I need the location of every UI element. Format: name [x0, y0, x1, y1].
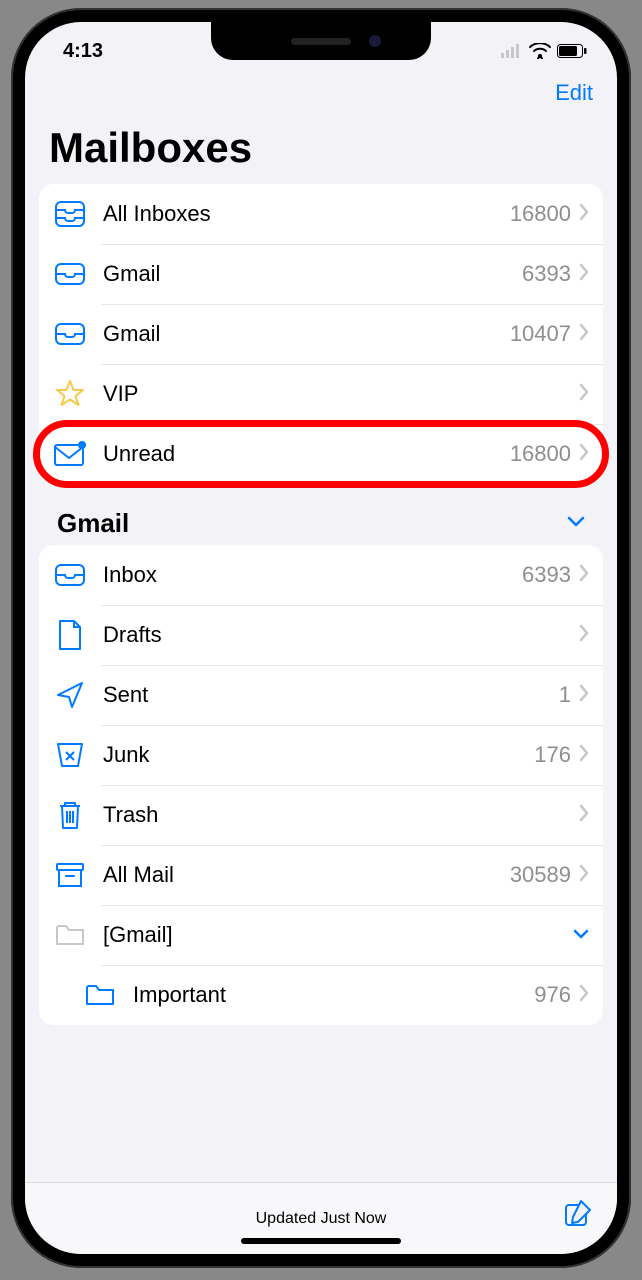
row-label: All Inboxes [103, 201, 510, 227]
inbox-icon [53, 558, 87, 592]
archive-icon [53, 858, 87, 892]
folder-row[interactable]: [Gmail] [39, 905, 603, 965]
nav-bar: Edit [25, 70, 617, 106]
inbox-icon [53, 317, 87, 351]
row-count: 976 [534, 982, 571, 1008]
row-count: 176 [534, 742, 571, 768]
folder-row[interactable]: Sent1 [39, 665, 603, 725]
account-header[interactable]: Gmail [39, 508, 603, 545]
sent-icon [53, 678, 87, 712]
row-label: [Gmail] [103, 922, 573, 948]
row-count: 30589 [510, 862, 571, 888]
status-icons [501, 43, 587, 59]
row-count: 16800 [510, 201, 571, 227]
row-label: All Mail [103, 862, 510, 888]
folder-row[interactable]: All Mail30589 [39, 845, 603, 905]
chevron-right-icon [579, 744, 589, 767]
account-name: Gmail [57, 508, 129, 539]
chevron-right-icon [579, 684, 589, 707]
mailbox-row[interactable]: Unread16800 [39, 424, 603, 484]
folder-row[interactable]: Trash [39, 785, 603, 845]
screen: 4:13 Edit Mailboxes All Inboxes16800Gmai… [25, 22, 617, 1254]
chevron-right-icon [579, 804, 589, 827]
notch [211, 22, 431, 60]
row-label: Inbox [103, 562, 522, 588]
row-label: Junk [103, 742, 534, 768]
folder-row[interactable]: Junk176 [39, 725, 603, 785]
row-label: VIP [103, 381, 579, 407]
chevron-right-icon [579, 984, 589, 1007]
drafts-icon [53, 618, 87, 652]
mailbox-row[interactable]: Gmail6393 [39, 244, 603, 304]
row-label: Sent [103, 682, 559, 708]
battery-icon [557, 44, 587, 58]
edit-button[interactable]: Edit [555, 80, 593, 106]
trash-icon [53, 798, 87, 832]
row-count: 16800 [510, 441, 571, 467]
mailbox-row[interactable]: All Inboxes16800 [39, 184, 603, 244]
row-label: Gmail [103, 321, 510, 347]
cellular-icon [501, 44, 523, 58]
sync-status: Updated Just Now [256, 1210, 387, 1228]
row-count: 1 [559, 682, 571, 708]
chevron-right-icon [579, 323, 589, 346]
status-time: 4:13 [63, 40, 103, 63]
inbox-icon [53, 257, 87, 291]
junk-icon [53, 738, 87, 772]
page-title: Mailboxes [25, 106, 617, 184]
star-icon [53, 377, 87, 411]
all-inboxes-icon [53, 197, 87, 231]
row-count: 6393 [522, 562, 571, 588]
chevron-down-icon [573, 926, 589, 944]
row-label: Trash [103, 802, 579, 828]
chevron-right-icon [579, 564, 589, 587]
wifi-icon [529, 43, 551, 59]
row-label: Drafts [103, 622, 579, 648]
folder-gray-icon [53, 918, 87, 952]
chevron-right-icon [579, 864, 589, 887]
content-scroll[interactable]: All Inboxes16800Gmail6393Gmail10407VIPUn… [25, 184, 617, 1182]
account-folder-list: Inbox6393DraftsSent1Junk176TrashAll Mail… [39, 545, 603, 1025]
mailbox-row[interactable]: VIP [39, 364, 603, 424]
folder-row[interactable]: Drafts [39, 605, 603, 665]
folder-row[interactable]: Inbox6393 [39, 545, 603, 605]
chevron-right-icon [579, 203, 589, 226]
folder-icon [83, 978, 117, 1012]
chevron-right-icon [579, 624, 589, 647]
home-indicator[interactable] [241, 1238, 401, 1244]
folder-row[interactable]: Important976 [39, 965, 603, 1025]
mailbox-list: All Inboxes16800Gmail6393Gmail10407VIPUn… [39, 184, 603, 484]
compose-icon [563, 1198, 593, 1228]
row-count: 6393 [522, 261, 571, 287]
compose-button[interactable] [563, 1198, 593, 1233]
device-frame: 4:13 Edit Mailboxes All Inboxes16800Gmai… [11, 8, 631, 1268]
row-count: 10407 [510, 321, 571, 347]
chevron-right-icon [579, 263, 589, 286]
chevron-down-icon [567, 515, 585, 533]
chevron-right-icon [579, 383, 589, 406]
row-label: Unread [103, 441, 510, 467]
mailbox-row[interactable]: Gmail10407 [39, 304, 603, 364]
chevron-right-icon [579, 443, 589, 466]
row-label: Important [133, 982, 534, 1008]
row-label: Gmail [103, 261, 522, 287]
unread-icon [53, 437, 87, 471]
